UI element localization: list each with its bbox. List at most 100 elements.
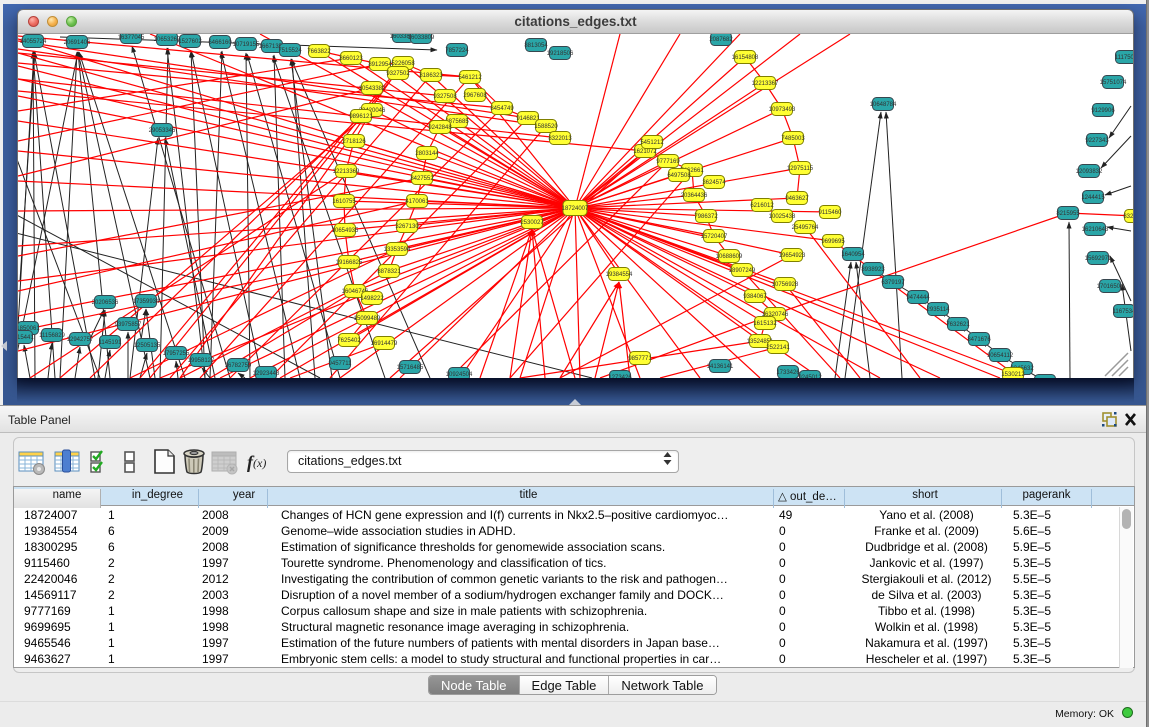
svg-text:12975115: 12975115 [787,166,814,172]
svg-text:9384067: 9384067 [743,294,767,300]
svg-text:1621072: 1621072 [633,149,657,155]
svg-text:19218506: 19218506 [547,51,574,57]
svg-text:12923448: 12923448 [253,371,280,377]
svg-text:19958127: 19958127 [188,358,215,364]
svg-text:10719155: 10719155 [233,42,260,48]
svg-text:14055724: 14055724 [20,39,47,45]
svg-text:19654923: 19654923 [779,253,806,259]
svg-text:9327502: 9327502 [386,71,410,77]
svg-text:10025438: 10025438 [769,214,796,220]
svg-text:19166825: 19166825 [336,260,363,266]
svg-text:6497508: 6497508 [667,173,691,179]
svg-text:(x): (x) [253,456,266,470]
svg-text:2530027: 2530027 [520,220,544,226]
svg-text:10654112: 10654112 [987,353,1014,359]
svg-text:8186323: 8186323 [419,73,443,79]
svg-text:10688609: 10688609 [716,254,743,260]
svg-text:7485003: 7485003 [781,136,805,142]
svg-text:1615132: 1615132 [753,321,777,327]
svg-text:2522141: 2522141 [766,345,790,351]
svg-text:7986372: 7986372 [694,214,718,220]
svg-text:1167534: 1167534 [1113,309,1133,315]
svg-text:10924504: 10924504 [446,372,473,378]
svg-text:10543382: 10543382 [359,86,386,92]
svg-text:9227343: 9227343 [1085,138,1109,144]
svg-text:29053346: 29053346 [149,128,176,134]
svg-text:93975857: 93975857 [115,322,142,328]
svg-text:25495764: 25495764 [792,225,819,231]
svg-text:14136141: 14136141 [707,364,734,370]
svg-text:18907249: 18907249 [729,268,756,274]
svg-text:12505135: 12505135 [134,343,161,349]
svg-text:1498222: 1498222 [360,296,384,302]
svg-text:16154808: 16154808 [732,55,759,61]
svg-text:19384554: 19384554 [606,272,633,278]
svg-text:9242848: 9242848 [428,125,452,131]
svg-text:2967608: 2967608 [463,93,487,99]
svg-text:8454749: 8454749 [490,106,514,112]
svg-text:8322013: 8322013 [1123,214,1133,220]
svg-text:8471676: 8471676 [967,337,991,343]
svg-text:2935114: 2935114 [927,307,951,313]
svg-text:12213369: 12213369 [333,169,360,175]
svg-text:18724007: 18724007 [562,206,589,212]
svg-text:1733426: 1733426 [776,370,800,376]
svg-text:17957255: 17957255 [163,351,190,357]
svg-text:3624574: 3624574 [702,180,726,186]
svg-text:5461212: 5461212 [458,75,482,81]
svg-text:7515524: 7515524 [278,48,302,54]
svg-text:16210643: 16210643 [1082,227,1109,233]
svg-text:20691406: 20691406 [64,40,91,46]
svg-text:9474444: 9474444 [906,295,930,301]
svg-text:8660123: 8660123 [339,56,363,62]
svg-text:1640954: 1640954 [841,252,865,258]
svg-text:9699695: 9699695 [821,239,845,245]
svg-text:6466160: 6466160 [208,40,232,46]
svg-text:1530212: 1530212 [1001,372,1025,378]
svg-text:12942757: 12942757 [67,337,94,343]
svg-text:9777169: 9777169 [656,159,680,165]
svg-text:16914479: 16914479 [371,341,398,347]
svg-text:2803144: 2803144 [415,151,439,157]
svg-text:5451212: 5451212 [640,140,664,146]
svg-text:6216012: 6216012 [750,203,774,209]
svg-text:8938923: 8938923 [861,267,885,273]
svg-text:7632621: 7632621 [946,322,970,328]
svg-text:8813054: 8813054 [524,43,548,49]
svg-text:17016504: 17016504 [1097,284,1124,290]
svg-text:7663822: 7663822 [307,49,331,55]
svg-text:15751074: 15751074 [1100,80,1127,86]
svg-text:6379197: 6379197 [881,280,905,286]
svg-text:15099489: 15099489 [354,316,381,322]
svg-text:10648784: 10648784 [870,102,897,108]
svg-text:16033809: 16033809 [408,35,435,41]
svg-text:4170061: 4170061 [405,199,429,205]
svg-text:10973493: 10973493 [769,107,796,113]
svg-text:13353594: 13353594 [384,247,411,253]
svg-text:9857771: 9857771 [628,356,652,362]
svg-text:15692971: 15692971 [1085,256,1112,262]
svg-text:12213367: 12213367 [752,81,779,87]
svg-text:9463627: 9463627 [785,196,809,202]
svg-text:20206536: 20206536 [92,300,119,306]
svg-text:15720407: 15720407 [701,234,728,240]
svg-text:8878321: 8878321 [377,269,401,275]
svg-text:1527602: 1527602 [178,39,202,45]
svg-text:17359934: 17359934 [133,299,160,305]
svg-text:10756928: 10756928 [772,282,799,288]
svg-text:11156829: 11156829 [39,333,65,339]
svg-text:3267130: 3267130 [395,224,419,230]
svg-text:2718126: 2718126 [342,139,366,145]
svg-text:7625402: 7625402 [337,338,361,344]
svg-text:9896121: 9896121 [349,114,373,120]
svg-text:9129906: 9129906 [1091,108,1115,114]
svg-text:15716485: 15716485 [397,365,424,371]
svg-text:7857224: 7857224 [445,48,469,54]
svg-text:1610755: 1610755 [332,199,356,205]
svg-text:9245012: 9245012 [798,375,822,378]
svg-text:9457711: 9457711 [329,361,353,367]
svg-text:1273426: 1273426 [608,375,632,378]
svg-text:8322013: 8322013 [548,136,572,142]
svg-text:10654935: 10654935 [332,228,359,234]
svg-text:20364436: 20364436 [681,193,708,199]
